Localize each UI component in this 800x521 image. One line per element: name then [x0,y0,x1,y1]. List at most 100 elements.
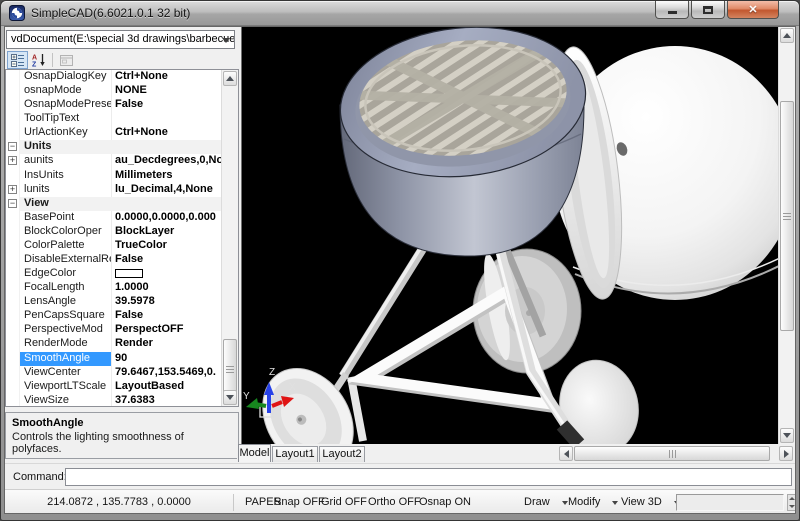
command-input[interactable] [65,468,792,486]
row-margin [6,169,20,183]
osnap-toggle[interactable]: Osnap ON [419,490,471,514]
property-row[interactable]: PenCapsSquareFalse [6,309,221,323]
viewport-vertical-scrollbar[interactable] [778,27,795,444]
viewport-vscroll-thumb[interactable] [780,101,794,331]
draw-menu-button[interactable]: Draw [524,490,568,514]
property-row[interactable]: PerspectiveModPerspectOFF [6,323,221,337]
expand-toggle[interactable]: + [6,183,20,197]
statusbar-spinner[interactable] [787,494,796,511]
row-margin [6,337,20,351]
chevron-down-icon [612,501,618,505]
property-value: False [112,309,221,323]
tab-layout2-label: Layout2 [322,448,361,460]
property-row[interactable]: ViewCenter79.6467,153.5469,0. [6,366,221,380]
property-name: osnapMode [20,84,112,98]
alphabetical-sort-button[interactable]: A Z [28,51,49,69]
viewport-scroll-down-button[interactable] [780,428,794,443]
property-name: InsUnits [20,169,112,183]
expand-toggle[interactable]: + [6,154,20,168]
collapse-minus-icon[interactable]: − [8,199,17,208]
property-row[interactable]: OsnapDialogKeyCtrl+None [6,70,221,84]
scroll-up-button[interactable] [223,71,237,86]
document-combobox-value: vdDocument(E:\special 3d drawings\barbec… [11,33,235,45]
property-value [112,112,221,126]
property-row[interactable]: BlockColorOperBlockLayer [6,225,221,239]
row-margin [6,112,20,126]
draw-menu-label: Draw [524,490,550,514]
property-row[interactable]: LensAngle39.5978 [6,295,221,309]
grid-toggle[interactable]: Grid OFF [321,490,367,514]
property-value [49,197,221,211]
axis-label-z: Z [269,367,275,378]
property-row[interactable]: FocalLength1.0000 [6,281,221,295]
property-row[interactable]: ColorPaletteTrueColor [6,239,221,253]
snap-toggle[interactable]: Snap OFF [274,490,325,514]
app-logo-icon [9,5,25,21]
minimize-button[interactable] [655,1,689,19]
arrow-up-icon [226,76,234,81]
property-row[interactable]: +aunitsau_Decdegrees,0,No [6,154,221,168]
property-pages-button[interactable] [56,51,77,69]
property-row[interactable]: UrlActionKeyCtrl+None [6,126,221,140]
close-icon: ✕ [748,3,757,16]
property-value: 79.6467,153.5469,0. [112,366,221,380]
property-value: BlockLayer [112,225,221,239]
expand-toggle[interactable]: − [6,140,20,154]
viewport-scroll-right-button[interactable] [779,446,793,461]
row-margin [6,323,20,337]
property-row[interactable]: EdgeColor [6,267,221,281]
arrow-up-icon [789,497,795,500]
3d-viewport[interactable]: Y Z X [241,27,778,444]
property-name: RenderMode [20,337,112,351]
viewport-scroll-up-button[interactable] [780,28,794,43]
title-bar[interactable]: SimpleCAD(6.6021.0.1 32 bit) ✕ [1,1,799,26]
property-value [112,267,221,281]
property-value: Ctrl+None [112,126,221,140]
property-group-row[interactable]: −View [6,197,221,211]
statusbar-progress-well [676,494,784,511]
property-row[interactable]: InsUnitsMillimeters [6,169,221,183]
property-row[interactable]: osnapModeNONE [6,84,221,98]
maximize-button[interactable] [691,1,725,19]
ortho-toggle[interactable]: Ortho OFF [368,490,421,514]
tab-model[interactable]: Model [238,444,271,462]
chevron-down-icon [562,501,568,505]
property-row[interactable]: DisableExternalReferFalse [6,253,221,267]
expand-plus-icon[interactable]: + [8,156,17,165]
property-row[interactable]: ToolTipText [6,112,221,126]
tab-layout2[interactable]: Layout2 [319,446,365,462]
layout-tab-strip: Model Layout1 Layout2 [237,444,795,463]
expand-plus-icon[interactable]: + [8,185,17,194]
categorized-view-button[interactable] [7,51,28,69]
viewport-scroll-left-button[interactable] [559,446,573,461]
view3d-menu-button[interactable]: View 3D [621,490,680,514]
property-row[interactable]: SmoothAngle90 [6,352,221,366]
viewport-hscroll-thumb[interactable] [574,446,770,461]
tab-layout1[interactable]: Layout1 [272,446,318,462]
client-area: vdDocument(E:\special 3d drawings\barbec… [4,26,796,514]
propertygrid-scrollbar[interactable] [221,70,238,406]
expand-toggle[interactable]: − [6,197,20,211]
property-name: LensAngle [20,295,112,309]
document-combobox[interactable]: vdDocument(E:\special 3d drawings\barbec… [6,30,235,49]
modify-menu-button[interactable]: Modify [568,490,618,514]
property-pages-icon [60,55,73,66]
property-value: 37.6383 [112,394,221,406]
property-row[interactable]: RenderModeRender [6,337,221,351]
scroll-down-button[interactable] [223,390,237,405]
property-row[interactable]: +lunitslu_Decimal,4,None [6,183,221,197]
property-row[interactable]: ViewportLTScaleLayoutBased [6,380,221,394]
property-row[interactable]: BasePoint0.0000,0.0000,0.000 [6,211,221,225]
property-description-title: SmoothAngle [12,417,232,429]
close-button[interactable]: ✕ [727,1,779,19]
statusbar-separator [233,494,234,511]
arrow-down-icon [789,505,795,508]
collapse-minus-icon[interactable]: − [8,142,17,151]
property-name: ColorPalette [20,239,112,253]
property-name: UrlActionKey [20,126,112,140]
property-value: Render [112,337,221,351]
app-window: SimpleCAD(6.6021.0.1 32 bit) ✕ vdDocumen… [0,0,800,521]
property-row[interactable]: OsnapModePreserveFalse [6,98,221,112]
property-group-row[interactable]: −Units [6,140,221,154]
property-row[interactable]: ViewSize37.6383 [6,394,221,406]
